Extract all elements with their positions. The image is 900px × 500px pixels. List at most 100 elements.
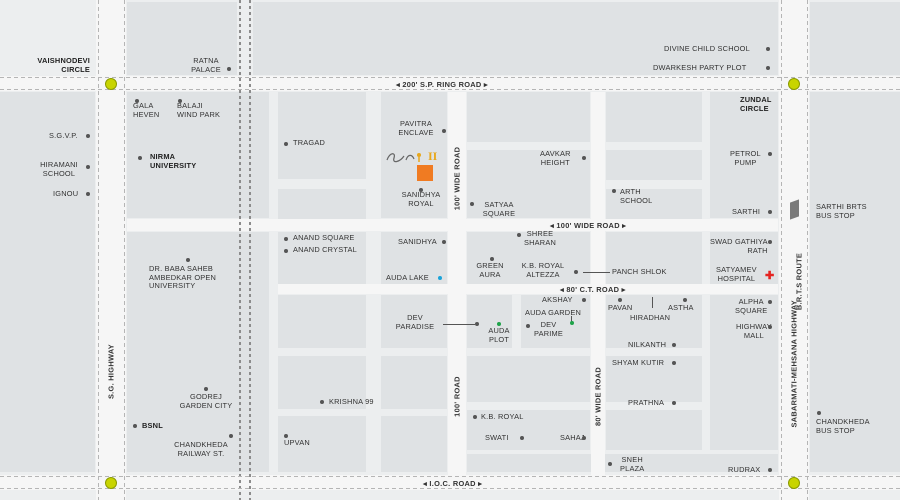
- road-edge: [124, 0, 125, 500]
- label-sanidhya-royal: SANIDHYA ROYAL: [401, 190, 441, 208]
- marker-godrej: [204, 387, 208, 391]
- label-alpha: ALPHA SQUARE: [735, 297, 768, 315]
- marker-akshay: [582, 298, 586, 302]
- label-highway-mall: HIGHWAY MALL: [736, 322, 772, 340]
- wide-road-100-label: ◂ 100' WIDE ROAD ▸: [550, 221, 627, 230]
- hospital-icon: ✚: [765, 270, 775, 282]
- marker-shyam-kutir: [672, 361, 676, 365]
- sp-ring-road-label: ◂ 200' S.P. RING ROAD ▸: [396, 80, 488, 89]
- block: [810, 92, 900, 472]
- label-vaishnodevi-circle: VAISHNODEVI CIRCLE: [37, 56, 90, 74]
- marker-dev-parime: [526, 324, 530, 328]
- label-sarthi-brts: SARTHI BRTS BUS STOP: [816, 202, 867, 220]
- label-dwarkesh: DWARKESH PARTY PLOT: [653, 63, 747, 72]
- label-chandkheda-bus: CHANDKHEDA BUS STOP: [816, 417, 870, 435]
- marker-rudrax: [768, 468, 772, 472]
- block: [606, 410, 702, 450]
- brts-bus-stop-icon: [790, 199, 799, 220]
- block: [278, 92, 366, 179]
- marker-sneh: [608, 462, 612, 466]
- sabarmati-highway-label: SABARMATI-MEHSANA HIGHWAY: [789, 299, 799, 428]
- railway-line: [238, 0, 252, 500]
- marker-kb-royal: [473, 415, 477, 419]
- marker-highway-mall: [768, 325, 772, 329]
- marker-bsnl: [133, 424, 137, 428]
- label-sgvp: S.G.V.P.: [49, 131, 78, 140]
- label-petrol: PETROL PUMP: [730, 149, 761, 167]
- label-auda-lake: AUDA LAKE: [386, 273, 429, 282]
- marker-krishna: [320, 400, 324, 404]
- marker-alpha: [768, 300, 772, 304]
- marker-aavkar: [582, 156, 586, 160]
- marker-anand-square: [284, 237, 288, 241]
- leader-panch-shlok: [583, 272, 610, 273]
- leader-dev-paradise: [443, 324, 475, 325]
- marker-auda-garden: [570, 321, 574, 325]
- road-edge: [781, 0, 782, 500]
- block: [381, 416, 447, 472]
- label-tragad: TRAGAD: [293, 138, 325, 147]
- wide-road-100-v-label-lower: 100' ROAD: [452, 376, 462, 417]
- marker-hiradhan-pin: [652, 297, 653, 308]
- label-zundal-circle: ZUNDAL CIRCLE: [740, 95, 772, 113]
- label-balaji: BALAJI WIND PARK: [177, 101, 221, 119]
- label-auda-garden: AUDA GARDEN: [525, 308, 581, 317]
- label-akshay: AKSHAY: [542, 295, 573, 304]
- road-edge: [807, 0, 808, 500]
- marker-chandkheda-rly: [229, 434, 233, 438]
- label-gala-heven: GALA HEVEN: [133, 101, 160, 119]
- road-edge: [0, 476, 900, 477]
- ioc-east-junction-marker: [788, 477, 800, 489]
- marker-satyaa: [470, 202, 474, 206]
- label-dev-paradise: DEV PARADISE: [395, 313, 435, 331]
- label-upvan: UPVAN: [284, 438, 310, 447]
- marker-swati: [520, 436, 524, 440]
- brts-route-label: B.R.T.S ROUTE: [794, 252, 804, 311]
- label-nirma: NIRMA UNIVERSITY: [150, 152, 197, 170]
- marker-arth: [612, 189, 616, 193]
- marker-dwarkesh: [766, 66, 770, 70]
- label-ambedkar: DR. BABA SAHEB AMBEDKAR OPEN UNIVERSITY: [149, 264, 217, 291]
- marker-sarthi: [768, 210, 772, 214]
- label-pavan: PAVAN: [608, 303, 633, 312]
- project-logo-text: SAYA II: [384, 148, 385, 149]
- label-divine-child: DIVINE CHILD SCHOOL: [664, 44, 750, 53]
- sg-highway: [96, 0, 126, 500]
- label-dev-parime: DEV PARIME: [534, 320, 563, 338]
- marker-ignou: [86, 192, 90, 196]
- ioc-junction-marker: [105, 477, 117, 489]
- label-green-aura: GREEN AURA: [476, 261, 504, 279]
- marker-tragad: [284, 142, 288, 146]
- label-rudrax: RUDRAX: [728, 465, 761, 474]
- label-bsnl: BSNL: [142, 421, 163, 430]
- zundal-circle-marker: [788, 78, 800, 90]
- block: [810, 2, 900, 75]
- marker-nilkanth: [672, 343, 676, 347]
- marker-swad: [768, 240, 772, 244]
- label-satyamev: SATYAMEV HOSPITAL: [716, 265, 757, 283]
- marker-dev-paradise: [475, 322, 479, 326]
- marker-anand-crystal: [284, 249, 288, 253]
- marker-chandkheda-bus: [817, 411, 821, 415]
- block: [381, 356, 447, 409]
- label-aavkar: AAVKAR HEIGHT: [540, 149, 571, 167]
- road-edge: [0, 89, 900, 90]
- block: [278, 295, 366, 348]
- block: [710, 295, 778, 450]
- project-logo: SAYA II II: [384, 148, 446, 166]
- block: [606, 150, 702, 180]
- block: [0, 92, 95, 472]
- label-krishna: KRISHNA 99: [329, 397, 374, 406]
- project-location-marker[interactable]: [417, 165, 433, 181]
- label-hiramani: HIRAMANI SCHOOL: [40, 160, 78, 178]
- label-sanidhya: SANIDHYA: [398, 237, 437, 246]
- block: [606, 92, 702, 142]
- label-ratna-palace: RATNA PALACE: [191, 56, 221, 74]
- label-shree-sharan: SHREE SHARAN: [524, 229, 557, 247]
- marker-hiramani: [86, 165, 90, 169]
- marker-astha: [683, 298, 687, 302]
- label-godrej: GODREJ GARDEN CITY: [179, 392, 233, 410]
- label-auda-plot: AUDA PLOT: [488, 326, 510, 344]
- marker-ratna-palace: [227, 67, 231, 71]
- label-arth: ARTH SCHOOL: [620, 187, 653, 205]
